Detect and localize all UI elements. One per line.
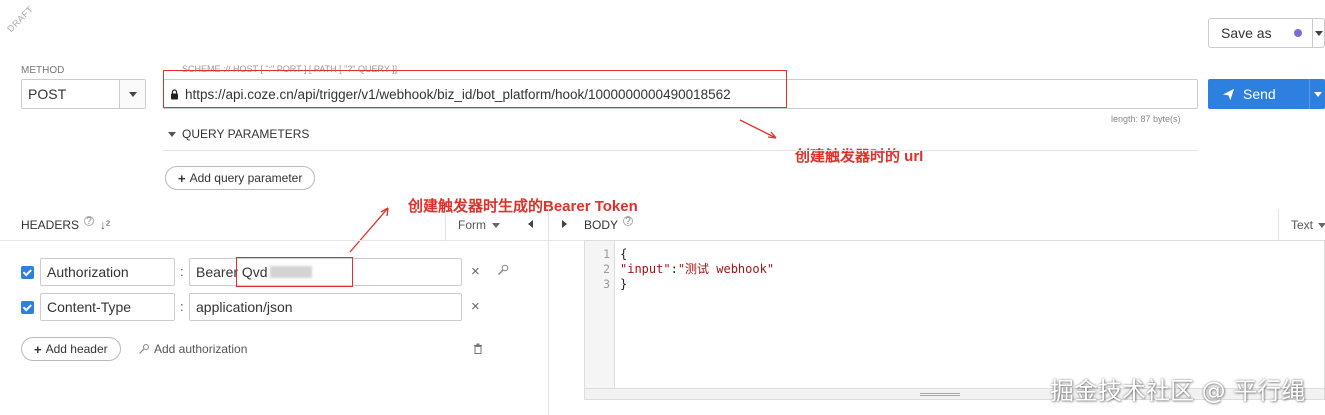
key-icon bbox=[139, 344, 149, 354]
code-token: { bbox=[620, 247, 628, 261]
token-annotation: 创建触发器时生成的Bearer Token bbox=[408, 198, 638, 215]
add-query-parameter-button[interactable]: + Add query parameter bbox=[165, 166, 316, 190]
headers-mode-select[interactable]: Form bbox=[445, 209, 512, 241]
status-dot bbox=[1294, 29, 1302, 37]
token-highlight-box bbox=[236, 257, 353, 287]
line-number-gutter: 1 2 3 bbox=[585, 241, 615, 399]
query-parameters-title: QUERY PARAMETERS bbox=[182, 127, 310, 141]
help-icon[interactable]: ? bbox=[623, 216, 634, 227]
body-mode-value: Text bbox=[1291, 218, 1314, 232]
header-key-value: Authorization bbox=[47, 264, 129, 280]
body-title: BODY bbox=[584, 218, 619, 232]
arrow-annotation-url bbox=[739, 119, 777, 139]
save-as-button[interactable]: Save as bbox=[1208, 18, 1325, 48]
code-token: : bbox=[670, 262, 678, 276]
line-number: 1 bbox=[603, 247, 610, 261]
chevron-down-icon bbox=[1318, 222, 1325, 228]
add-authorization-label: Add authorization bbox=[154, 342, 248, 356]
trash-icon[interactable] bbox=[473, 343, 483, 354]
save-as-dropdown[interactable] bbox=[1312, 19, 1324, 47]
code-token: } bbox=[620, 277, 628, 291]
wrench-icon[interactable] bbox=[497, 264, 509, 276]
header-enabled-checkbox[interactable] bbox=[21, 301, 34, 314]
body-mode-select[interactable]: Text bbox=[1278, 209, 1325, 241]
plus-icon: + bbox=[178, 170, 186, 186]
sort-icon[interactable]: ↓² bbox=[100, 218, 110, 232]
send-button[interactable]: Send bbox=[1208, 79, 1325, 109]
add-header-button[interactable]: + Add header bbox=[21, 337, 121, 361]
method-label: METHOD bbox=[21, 65, 65, 76]
query-divider bbox=[163, 150, 1198, 151]
url-length: length: 87 byte(s) bbox=[1111, 114, 1181, 124]
chevron-down-icon bbox=[168, 131, 176, 137]
code-token: "input" bbox=[620, 262, 671, 276]
paper-plane-icon bbox=[1222, 88, 1235, 100]
header-value-input[interactable]: application/json bbox=[189, 293, 462, 321]
headers-title-group: HEADERS ? ↓² bbox=[21, 216, 110, 232]
header-key-value: Content-Type bbox=[47, 299, 132, 315]
send-dropdown[interactable] bbox=[1309, 79, 1325, 109]
chevron-down-icon bbox=[492, 222, 500, 228]
header-enabled-checkbox[interactable] bbox=[21, 266, 34, 279]
add-authorization-button[interactable]: Add authorization bbox=[138, 342, 247, 356]
remove-header-icon[interactable]: × bbox=[471, 263, 480, 280]
send-label: Send bbox=[1243, 86, 1276, 102]
draft-label: DRAFT bbox=[5, 3, 36, 35]
arrow-annotation-token bbox=[349, 207, 389, 253]
headers-title: HEADERS bbox=[21, 218, 80, 232]
chevron-down-icon bbox=[1314, 30, 1323, 36]
plus-icon: + bbox=[34, 341, 42, 357]
remove-header-icon[interactable]: × bbox=[471, 298, 480, 315]
method-select[interactable]: POST bbox=[21, 79, 146, 109]
body-title-group: BODY ? bbox=[584, 216, 634, 232]
chevron-down-icon bbox=[128, 91, 137, 97]
add-header-label: Add header bbox=[45, 342, 108, 356]
watermark: 掘金技术社区 @ 平行绳 bbox=[1050, 377, 1306, 405]
code-token: "测试 webhook" bbox=[677, 262, 775, 276]
line-number: 2 bbox=[603, 262, 610, 276]
headers-mode-value: Form bbox=[458, 218, 486, 232]
chevron-down-icon bbox=[1313, 91, 1322, 97]
method-value: POST bbox=[28, 86, 67, 102]
collapse-left-icon[interactable] bbox=[528, 220, 533, 228]
header-key-input[interactable]: Content-Type bbox=[40, 293, 175, 321]
header-key-input[interactable]: Authorization bbox=[40, 258, 175, 286]
header-value-text: application/json bbox=[196, 299, 293, 315]
line-number: 3 bbox=[603, 277, 610, 291]
add-query-parameter-label: Add query parameter bbox=[189, 171, 303, 185]
method-dropdown-toggle[interactable] bbox=[119, 80, 145, 108]
help-icon[interactable]: ? bbox=[84, 216, 95, 227]
key-value-separator: : bbox=[180, 264, 184, 279]
code-content: { "input":"测试 webhook" } bbox=[620, 247, 774, 292]
expand-right-icon[interactable] bbox=[562, 220, 567, 228]
key-value-separator: : bbox=[180, 299, 184, 314]
query-parameters-toggle[interactable]: QUERY PARAMETERS bbox=[168, 127, 309, 141]
draft-ribbon: DRAFT bbox=[0, 0, 60, 60]
save-as-label: Save as bbox=[1221, 25, 1272, 41]
url-annotation: 创建触发器时的 url bbox=[795, 148, 924, 165]
url-highlight-box bbox=[163, 70, 787, 108]
